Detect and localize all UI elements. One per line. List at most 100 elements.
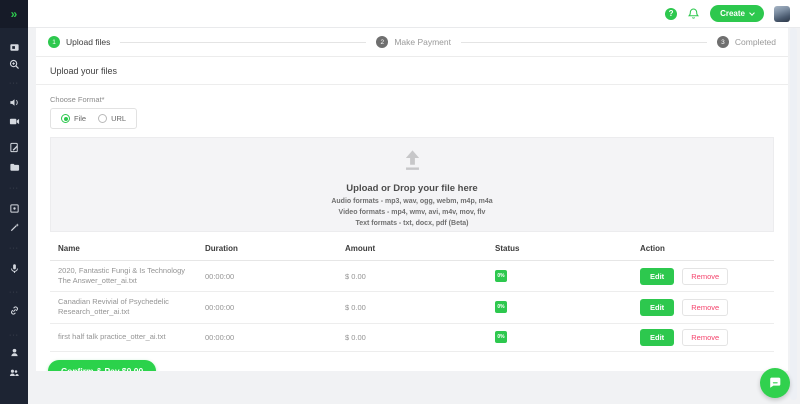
step-number-badge: 2 <box>376 36 388 48</box>
step-label: Make Payment <box>394 37 451 47</box>
sidebar-item-integrations[interactable] <box>0 303 28 317</box>
radio-selected-icon <box>61 114 70 123</box>
section-divider-dots-icon: ··· <box>0 333 28 339</box>
sidebar-expand-button[interactable]: » <box>0 0 28 28</box>
zoom-in-icon <box>9 59 20 70</box>
stepper: 1 Upload files 2 Make Payment 3 Complete… <box>36 28 788 57</box>
table-row: Canadian Revivial of Psychedelic Researc… <box>50 292 774 323</box>
upload-card: 1 Upload files 2 Make Payment 3 Complete… <box>36 28 788 371</box>
upload-arrow-icon <box>399 149 426 173</box>
top-bar: ? Create <box>28 0 800 28</box>
sidebar-item-search[interactable] <box>0 57 28 71</box>
avatar[interactable] <box>774 6 790 22</box>
create-button-label: Create <box>720 9 745 18</box>
remove-button[interactable]: Remove <box>682 329 728 346</box>
edit-button[interactable]: Edit <box>640 299 674 316</box>
step-completed: 3 Completed <box>717 36 776 48</box>
create-button[interactable]: Create <box>710 5 764 22</box>
step-number-badge: 3 <box>717 36 729 48</box>
file-amount: $ 0.00 <box>345 292 495 323</box>
dropzone-title: Upload or Drop your file here <box>51 183 773 194</box>
dropzone-text-formats: Text formats - txt, docx, pdf (Beta) <box>51 220 773 227</box>
sidebar-item-team[interactable] <box>0 365 28 379</box>
page-background: 1 Upload files 2 Make Payment 3 Complete… <box>28 28 800 404</box>
chat-launcher-button[interactable] <box>760 368 790 398</box>
screen-record-icon <box>9 203 20 214</box>
volume-icon <box>9 97 20 108</box>
radio-option-file[interactable]: File <box>61 114 86 123</box>
user-icon <box>9 347 20 358</box>
edit-button[interactable]: Edit <box>640 329 674 346</box>
link-icon <box>9 305 20 316</box>
sidebar-item-dashboard[interactable] <box>0 40 28 54</box>
table-row: 2020, Fantastic Fungi & Is Technology Th… <box>50 261 774 292</box>
header-action: Action <box>640 236 774 261</box>
magic-wand-icon <box>9 222 20 233</box>
radio-label: File <box>74 114 86 123</box>
status-badge: 0% <box>495 301 507 313</box>
choose-format-label: Choose Format* <box>50 95 774 104</box>
folder-icon <box>9 162 20 173</box>
chevrons-right-icon: » <box>11 8 18 20</box>
sidebar-item-screen[interactable] <box>0 201 28 215</box>
table-row: first half talk practice_otter_ai.txt 00… <box>50 323 774 351</box>
chat-bubble-icon <box>767 375 783 391</box>
users-icon <box>8 367 20 378</box>
sidebar-item-audio[interactable] <box>0 95 28 109</box>
dropzone-audio-formats: Audio formats - mp3, wav, ogg, webm, m4p… <box>51 198 773 205</box>
section-divider-dots-icon: ··· <box>0 290 28 296</box>
format-radio-group: File URL <box>50 108 137 129</box>
confirm-pay-button[interactable]: Confirm & Pay $0.00 <box>48 360 156 372</box>
panel-icon <box>9 42 20 53</box>
dropzone-video-formats: Video formats - mp4, wmv, avi, m4v, mov,… <box>51 209 773 216</box>
section-divider-dots-icon: ··· <box>0 186 28 192</box>
sidebar: » ··· ··· ··· ··· <box>0 0 28 404</box>
screen: » ··· ··· ··· ··· <box>0 0 800 404</box>
file-amount: $ 0.00 <box>345 323 495 351</box>
status-badge: 0% <box>495 270 507 282</box>
file-name: 2020, Fantastic Fungi & Is Technology Th… <box>50 266 198 286</box>
sidebar-item-account[interactable] <box>0 345 28 359</box>
step-upload-files: 1 Upload files <box>48 36 110 48</box>
scrollbar[interactable] <box>790 28 797 400</box>
file-name: Canadian Revivial of Psychedelic Researc… <box>50 297 198 317</box>
remove-button[interactable]: Remove <box>682 299 728 316</box>
edit-button[interactable]: Edit <box>640 268 674 285</box>
remove-button[interactable]: Remove <box>682 268 728 285</box>
help-icon[interactable]: ? <box>665 8 677 20</box>
header-duration: Duration <box>205 236 345 261</box>
sidebar-item-folders[interactable] <box>0 160 28 174</box>
file-edit-icon <box>9 142 20 153</box>
sidebar-item-magic[interactable] <box>0 220 28 234</box>
files-table: Name Duration Amount Status Action 2020,… <box>50 236 774 352</box>
microphone-icon <box>9 263 20 274</box>
file-amount: $ 0.00 <box>345 261 495 292</box>
section-divider-dots-icon: ··· <box>0 246 28 252</box>
notifications-bell-icon[interactable] <box>687 7 700 20</box>
sidebar-item-record[interactable] <box>0 261 28 275</box>
radio-option-url[interactable]: URL <box>98 114 126 123</box>
sidebar-item-video[interactable] <box>0 114 28 128</box>
chevron-down-icon <box>749 10 755 16</box>
header-name: Name <box>50 236 205 261</box>
file-duration: 00:00:00 <box>205 292 345 323</box>
header-status: Status <box>495 236 640 261</box>
step-label: Upload files <box>66 37 110 47</box>
file-dropzone[interactable]: Upload or Drop your file here Audio form… <box>50 137 774 232</box>
section-divider-dots-icon: ··· <box>0 81 28 87</box>
file-duration: 00:00:00 <box>205 323 345 351</box>
radio-label: URL <box>111 114 126 123</box>
status-badge: 0% <box>495 331 507 343</box>
sidebar-item-notes[interactable] <box>0 140 28 154</box>
step-make-payment: 2 Make Payment <box>376 36 451 48</box>
header-amount: Amount <box>345 236 495 261</box>
video-camera-icon <box>9 116 20 127</box>
step-label: Completed <box>735 37 776 47</box>
section-title: Upload your files <box>36 57 788 85</box>
radio-unselected-icon <box>98 114 107 123</box>
file-name: first half talk practice_otter_ai.txt <box>50 332 198 342</box>
step-connector <box>120 42 366 43</box>
step-number-badge: 1 <box>48 36 60 48</box>
table-header-row: Name Duration Amount Status Action <box>50 236 774 261</box>
step-connector <box>461 42 707 43</box>
